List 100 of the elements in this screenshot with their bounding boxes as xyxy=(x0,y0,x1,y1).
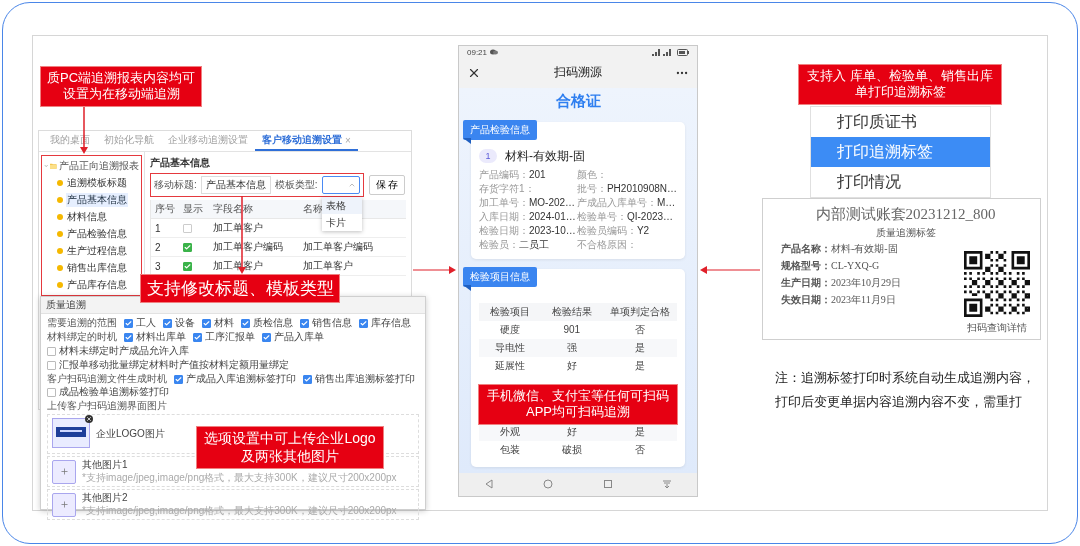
upload-label: 其他图片1 xyxy=(82,459,129,471)
checkbox[interactable] xyxy=(124,318,133,328)
tab[interactable]: 客户移动追溯设置 × xyxy=(255,131,358,151)
label-field: 生产日期：2023年10月29日 xyxy=(781,276,901,290)
qr-caption: 扫码查询详情 xyxy=(967,321,1027,335)
tree-item[interactable]: 产品正向追溯报表 xyxy=(59,159,139,173)
battery-icon xyxy=(677,48,689,56)
label-field: 失效日期：2023年11月9日 xyxy=(781,293,901,307)
checkbox[interactable] xyxy=(193,332,202,342)
dot-icon xyxy=(57,282,63,288)
tree-item[interactable]: 产品库存信息 xyxy=(66,278,128,292)
field-text: 颜色： xyxy=(576,168,608,181)
plus-icon xyxy=(59,467,69,476)
checkbox-label: 材料未绑定时产成品允许入库 xyxy=(59,345,189,357)
tree-item[interactable]: 材料信息 xyxy=(66,210,108,224)
card-tag: 产品检验信息 xyxy=(463,119,537,140)
checkbox[interactable] xyxy=(124,332,133,342)
checkbox[interactable] xyxy=(241,318,250,328)
note-text: 注：追溯标签打印时系统自动生成追溯内容，打印后变更单据内容追溯内容不变，需重打 xyxy=(775,369,1036,411)
column-header: 显示 xyxy=(179,200,209,219)
option-label: 客户扫码追溯文件生成时机 xyxy=(47,373,167,385)
checkbox[interactable] xyxy=(183,223,192,233)
dot-icon xyxy=(57,180,63,186)
tree-item[interactable]: 销售出库信息 xyxy=(66,261,128,275)
tree-item[interactable]: 产品基本信息 xyxy=(66,193,128,207)
checkbox-label: 设备 xyxy=(175,317,195,329)
checkbox-label: 质检信息 xyxy=(253,317,293,329)
type-select[interactable] xyxy=(321,176,360,194)
tag-fold xyxy=(463,137,471,144)
checkbox-label: 汇报单移动批量绑定材料时产值按材料定额用量绑定 xyxy=(59,359,289,371)
upload-label: 其他图片2 xyxy=(82,492,129,504)
checkbox-label: 销售信息 xyxy=(312,317,352,329)
label-field: 产品名称：材料-有效期-固 xyxy=(781,242,901,256)
folder-icon xyxy=(50,161,57,171)
dropdown-option[interactable]: 表格 xyxy=(321,197,362,214)
checkbox[interactable] xyxy=(47,387,56,397)
tree-item[interactable]: 产品检验信息 xyxy=(66,227,128,241)
field-text: 检验日期：2023-10… xyxy=(479,224,577,237)
save-button[interactable]: 保 存 xyxy=(368,175,406,195)
label-field: 规格型号：CL-YXQ-G xyxy=(781,259,901,273)
field-text: 批号：PH2010908N… xyxy=(576,182,677,195)
add-image-button[interactable] xyxy=(52,459,76,484)
option-label: 上传客户扫码追溯界面图片 xyxy=(47,400,168,412)
checkbox-label: 成品检验单追溯标签打印 xyxy=(59,386,169,398)
upload-hint: *支持image/jpeg,image/png格式，最大支持300K，建议尺寸200x200px xyxy=(82,505,397,517)
checkbox-label: 工序汇报单 xyxy=(205,331,255,343)
field-text: 入库日期：2024-01… xyxy=(479,210,577,223)
checkbox-label: 工人 xyxy=(136,317,156,329)
arrow xyxy=(700,266,761,274)
callout: 支持修改标题、模板类型 xyxy=(140,274,340,304)
checkbox-label: 材料出库单 xyxy=(136,331,186,343)
label-subtitle: 质量追溯标签 xyxy=(875,226,936,240)
checkbox[interactable] xyxy=(300,318,309,328)
back-icon[interactable] xyxy=(483,479,494,490)
dot-icon xyxy=(57,214,63,220)
checkbox[interactable] xyxy=(183,242,192,252)
notification-icon[interactable] xyxy=(662,479,673,490)
tree-item[interactable]: 追溯模板标题 xyxy=(66,176,128,190)
remove-icon[interactable] xyxy=(85,414,93,423)
checkbox[interactable] xyxy=(174,374,183,384)
home-icon[interactable] xyxy=(543,479,554,490)
page-title: 扫码溯源 xyxy=(554,64,602,82)
checkbox[interactable] xyxy=(47,346,56,356)
upload-label: 企业LOGO图片 xyxy=(96,428,165,440)
field-label: 模板类型: xyxy=(274,178,318,192)
table-cell: 2 xyxy=(151,238,179,257)
option-label: 需要追溯的范围 xyxy=(47,317,117,329)
plus-icon xyxy=(59,500,69,509)
qr-code xyxy=(964,251,1030,317)
checkbox[interactable] xyxy=(163,318,172,328)
checkbox[interactable] xyxy=(303,374,312,384)
upload-hint: *支持image/jpeg,image/png格式，最大支持300K，建议尺寸200x200px xyxy=(82,472,397,484)
checkbox[interactable] xyxy=(262,332,271,342)
add-image-button[interactable] xyxy=(52,492,76,517)
callout: 选项设置中可上传企业Logo及两张其他图片 xyxy=(196,426,384,469)
checkbox[interactable] xyxy=(359,318,368,328)
logo-thumbnail xyxy=(52,417,90,448)
field-text: 产品编码：201 xyxy=(479,168,547,181)
label-title: 内部测试账套20231212_800 xyxy=(815,205,996,224)
arrow xyxy=(412,266,456,274)
caret-icon xyxy=(347,181,356,189)
checkbox[interactable] xyxy=(202,318,211,328)
field-text: 检验员编码：Y2 xyxy=(576,224,651,237)
table-cell: 1 xyxy=(151,219,179,238)
field-text: 存货字符1： xyxy=(479,182,536,195)
item-number: 1 xyxy=(479,149,497,164)
title-input[interactable]: 产品基本信息 xyxy=(200,176,271,194)
recent-apps-icon[interactable] xyxy=(602,479,613,490)
checkbox[interactable] xyxy=(183,261,192,271)
checkbox[interactable] xyxy=(47,360,56,370)
dot-icon xyxy=(57,231,63,237)
item-name: 材料-有效期-固 xyxy=(505,147,585,165)
card-tag: 检验项目信息 xyxy=(463,266,537,287)
checkbox-label: 材料 xyxy=(214,317,234,329)
checkbox-label: 库存信息 xyxy=(371,317,411,329)
callout: 支持入 库单、检验单、销售出库单打印追溯标签 xyxy=(798,64,1002,105)
callout: 质PC端追溯报表内容均可设置为在移动端追溯 xyxy=(40,66,202,107)
dropdown-option[interactable]: 卡片 xyxy=(321,214,362,231)
field-text: 检验员：二员工 xyxy=(479,238,550,251)
tree-item[interactable]: 生产过程信息 xyxy=(66,244,128,258)
